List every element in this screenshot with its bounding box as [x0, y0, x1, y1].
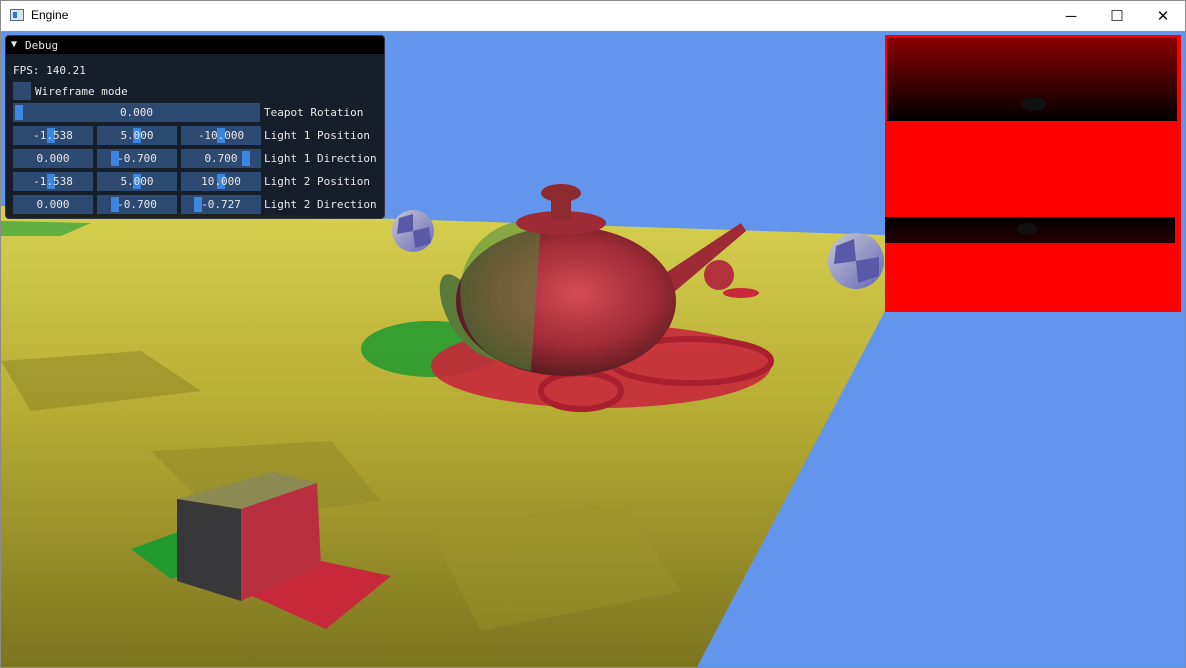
title-bar[interactable]: Engine ─ ☐ ✕ [1, 1, 1185, 31]
drag-value: 5.000 [120, 129, 154, 142]
light-1-position-x-drag[interactable]: -1.538 [13, 126, 93, 145]
shadow-map-blob [1022, 97, 1046, 111]
light-2-direction-row: 0.000 -0.700 -0.727 Light 2 Direction [13, 195, 386, 214]
light-2-direction-z-drag[interactable]: -0.727 [181, 195, 261, 214]
teapot-knob-stem [551, 193, 571, 219]
drag-value: 10.000 [201, 175, 241, 188]
light-2-position-z-drag[interactable]: 10.000 [181, 172, 261, 191]
fps-readout: FPS: 140.21 [13, 64, 86, 77]
debug-panel-header[interactable]: ▼ Debug [6, 36, 384, 54]
floor-plane [1, 206, 885, 667]
render-viewport[interactable]: ▼ Debug FPS: 140.21 Wireframe mode 0.000… [1, 31, 1185, 667]
light-2-direction-x-drag[interactable]: 0.000 [13, 195, 93, 214]
close-button[interactable]: ✕ [1140, 1, 1186, 31]
teapot-rotation-row: 0.000 Teapot Rotation [13, 103, 386, 122]
row-label: Light 1 Position [264, 129, 370, 142]
drag-value: 5.000 [120, 175, 154, 188]
slider-value: 0.000 [119, 106, 154, 119]
light-2-position-x-drag[interactable]: -1.538 [13, 172, 93, 191]
drag-value: 0.700 [204, 152, 238, 165]
drag-value: 0.000 [36, 152, 70, 165]
row-label: Light 2 Direction [264, 198, 377, 211]
minimize-button[interactable]: ─ [1048, 1, 1094, 31]
light-1-position-z-drag[interactable]: -10.000 [181, 126, 261, 145]
small-sphere [704, 260, 734, 290]
light-2-position-y-drag[interactable]: 5.000 [97, 172, 177, 191]
maximize-button[interactable]: ☐ [1094, 1, 1140, 31]
light-1-position-row: -1.538 5.000 -10.000 Light 1 Position [13, 126, 386, 145]
light-1-direction-z-drag[interactable]: 0.700 [181, 149, 261, 168]
drag-value: -0.700 [117, 152, 157, 165]
debug-panel-title: Debug [25, 39, 59, 52]
wireframe-label[interactable]: Wireframe mode [35, 85, 128, 98]
teapot-rotation-slider[interactable]: 0.000 [13, 103, 260, 122]
light-2-position-row: -1.538 5.000 10.000 Light 2 Position [13, 172, 386, 191]
shadow-map-bottom-strip [885, 217, 1175, 243]
row-label: Light 1 Direction [264, 152, 377, 165]
drag-value: -0.727 [201, 198, 241, 211]
shadow-map-blob [1017, 223, 1037, 235]
small-sphere-shadow [723, 288, 759, 298]
light-2-direction-y-drag[interactable]: -0.700 [97, 195, 177, 214]
debug-panel: ▼ Debug FPS: 140.21 Wireframe mode 0.000… [5, 35, 385, 219]
collapse-arrow-icon[interactable]: ▼ [11, 39, 17, 50]
app-icon [10, 9, 24, 21]
drag-value: -0.700 [117, 198, 157, 211]
light-1-direction-x-drag[interactable]: 0.000 [13, 149, 93, 168]
light-1-direction-y-drag[interactable]: -0.700 [97, 149, 177, 168]
drag-value: -10.000 [197, 129, 245, 142]
row-label: Teapot Rotation [264, 106, 364, 119]
light-1-position-y-drag[interactable]: 5.000 [97, 126, 177, 145]
drag-value: -1.538 [33, 129, 73, 142]
row-label: Light 2 Position [264, 175, 370, 188]
drag-value: 0.000 [36, 198, 70, 211]
shadow-map-top-strip [887, 37, 1177, 121]
minimize-icon: ─ [1065, 7, 1077, 25]
maximize-icon: ☐ [1110, 8, 1124, 25]
light-1-direction-row: 0.000 -0.700 0.700 Light 1 Direction [13, 149, 386, 168]
close-icon: ✕ [1156, 8, 1170, 25]
window-title: Engine [31, 8, 69, 22]
engine-window: Engine ─ ☐ ✕ ▼ Debug FPS: 140.21 Wirefra… [0, 0, 1186, 668]
wireframe-checkbox[interactable] [13, 82, 31, 100]
shadow-map-preview [885, 35, 1181, 312]
drag-value: -1.538 [33, 175, 73, 188]
